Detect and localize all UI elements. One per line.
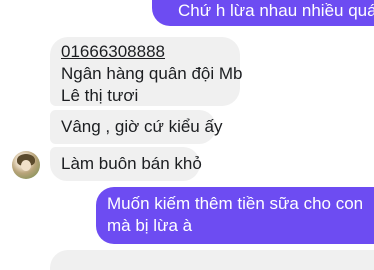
incoming-message-partial[interactable] [50,250,374,270]
bank-name-text: Ngân hàng quân đội Mb [61,64,243,83]
contact-avatar[interactable] [12,151,40,179]
message-text: Vâng , giờ cứ kiểu ấy [61,117,223,136]
message-text: Làm buôn bán khỏ [61,154,202,173]
incoming-message[interactable]: Vâng , giờ cứ kiểu ấy [50,110,222,144]
message-line: Muốn kiếm thêm tiền sữa cho con [107,194,364,213]
outgoing-message[interactable]: Muốn kiếm thêm tiền sữa cho con mà bị lừ… [96,187,374,244]
incoming-message[interactable]: Làm buôn bán khỏ [50,147,202,181]
incoming-message[interactable]: 01666308888 Ngân hàng quân đội Mb Lê thị… [50,37,243,106]
account-number-text: 01666308888 [61,42,166,61]
account-holder-text: Lê thị tươi [61,86,139,105]
outgoing-message[interactable]: Chứ h lừa nhau nhiều quá [152,0,374,26]
avatar-face [21,160,31,171]
message-line: mà bị lừa à [107,216,193,235]
message-text: Chứ h lừa nhau nhiều quá [178,1,374,20]
